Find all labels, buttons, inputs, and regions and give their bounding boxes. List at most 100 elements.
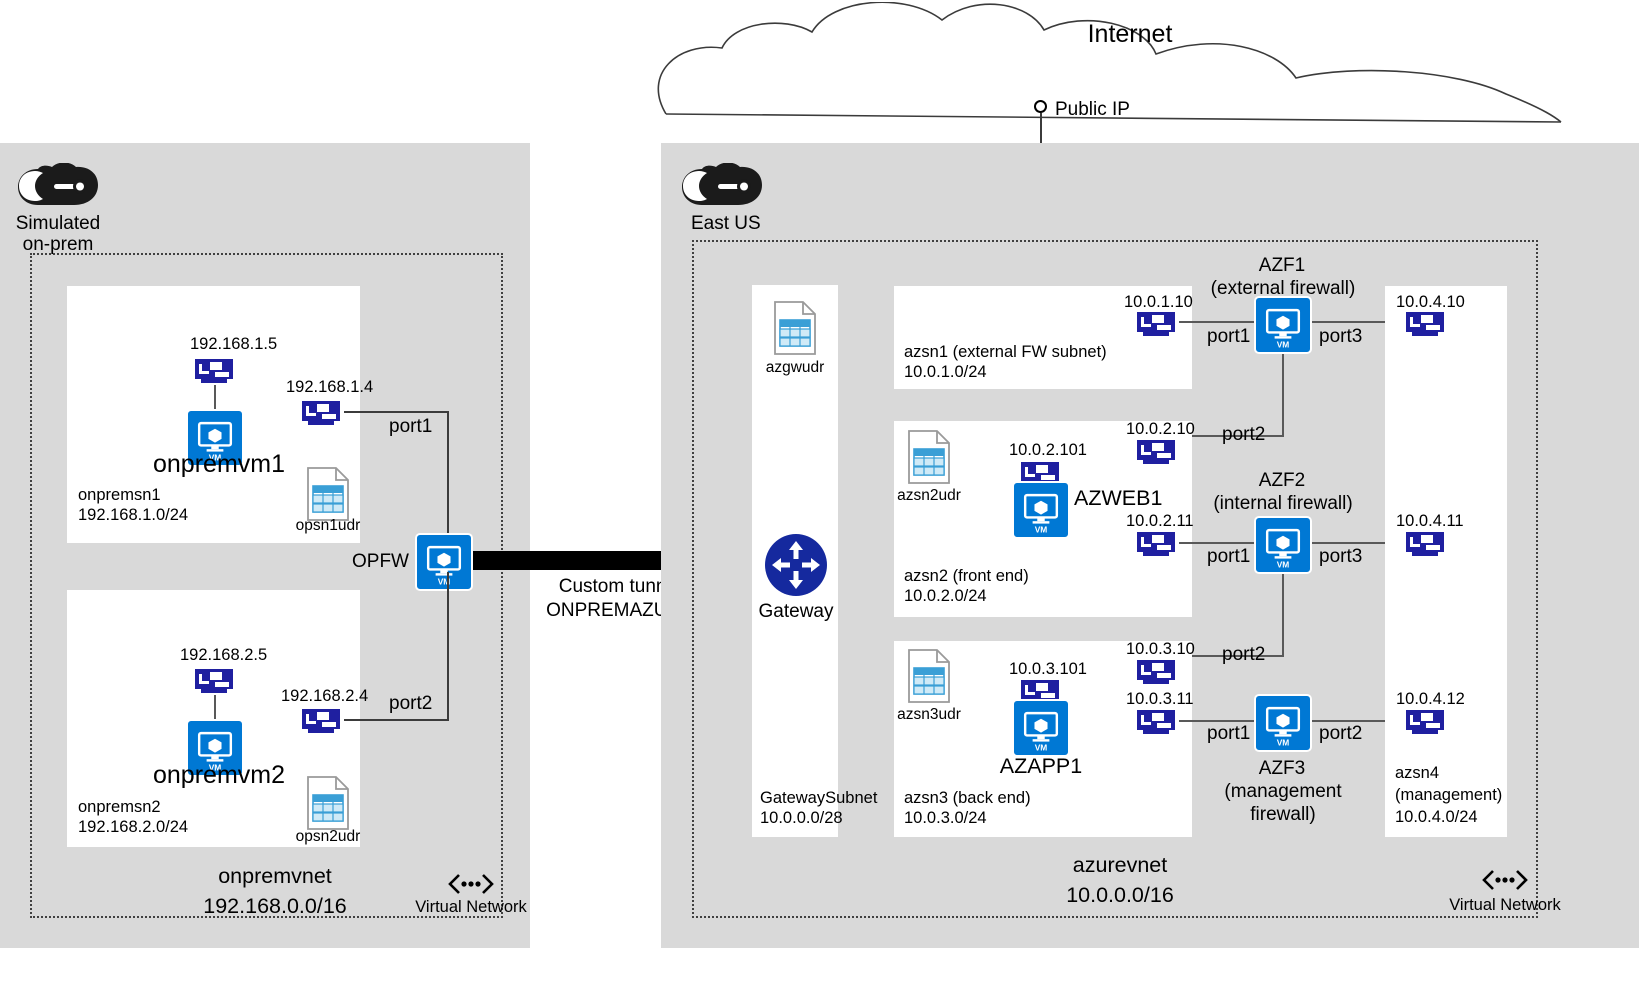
subnet-name-azsn1: azsn1 (external FW subnet) — [904, 343, 1107, 361]
connector-azf1-port2-v — [1282, 354, 1284, 436]
firewall-role-azf2: (internal firewall) — [1213, 493, 1353, 514]
virtual-machine-icon-azf3: VM — [1254, 694, 1312, 752]
port-label-opfw-port1: port1 — [389, 416, 433, 437]
region-cloud-icon-onprem — [14, 163, 100, 213]
connector-opfw-port2-h — [344, 719, 449, 721]
azurevnet-name: azurevnet — [1072, 853, 1168, 877]
route-table-icon-azgwudr — [772, 300, 818, 356]
port-label-azf2-port3: port3 — [1319, 546, 1363, 567]
connector-azf3-port1 — [1179, 720, 1254, 722]
firewall-label-opfw: OPFW — [352, 551, 409, 572]
virtual-network-badge-icon-onprem — [448, 872, 494, 896]
subnet-cidr-gatewaysubnet: 10.0.0.0/28 — [760, 809, 843, 827]
subnet-name-azsn3: azsn3 (back end) — [904, 789, 1031, 807]
svg-text:VM: VM — [1277, 737, 1290, 747]
network-interface-icon-azsn2-10 — [1135, 436, 1179, 466]
subnet-name-azsn2: azsn2 (front end) — [904, 567, 1029, 585]
network-interface-icon-onpremvm2 — [193, 665, 237, 695]
port-label-azf1-port3: port3 — [1319, 326, 1363, 347]
firewall-name-azf3-line2: (management — [1224, 781, 1342, 802]
network-interface-icon-azsn4-11 — [1404, 528, 1448, 558]
vm-label-azweb1: AZWEB1 — [1074, 486, 1163, 510]
connector-nic-onpremvm1 — [214, 385, 216, 410]
port-label-azf1-port1: port1 — [1207, 326, 1251, 347]
subnet-cidr-azsn4: 10.0.4.0/24 — [1395, 808, 1478, 826]
azure-region-label: East US — [691, 213, 761, 234]
network-interface-icon-opfw-port1 — [300, 397, 344, 427]
subnet-cidr-azsn2: 10.0.2.0/24 — [904, 587, 987, 605]
udr-label-opsn1udr: opsn1udr — [295, 517, 361, 534]
nic-ip-onpremvm2: 192.168.2.5 — [180, 646, 268, 664]
subnet-name-azsn4-line1: azsn4 — [1395, 764, 1440, 782]
svg-text:VM: VM — [1277, 559, 1290, 569]
public-ip-label: Public IP — [1055, 99, 1130, 120]
firewall-name-azf2: AZF2 — [1258, 470, 1306, 491]
port-label-azf1-port2: port2 — [1222, 424, 1266, 445]
route-table-icon-azsn2udr — [906, 429, 952, 485]
route-table-icon-azsn3udr — [906, 648, 952, 704]
internet-label: Internet — [1087, 20, 1173, 48]
azurevnet-cidr: 10.0.0.0/16 — [1066, 883, 1174, 907]
network-interface-icon-azsn3-10 — [1135, 656, 1179, 686]
network-interface-icon-opfw-port2 — [300, 705, 344, 735]
svg-text:VM: VM — [1035, 524, 1048, 534]
port-label-azf2-port1: port1 — [1207, 546, 1251, 567]
subnet-cidr-onpremsn1: 192.168.1.0/24 — [78, 506, 189, 524]
region-cloud-icon-azure — [678, 163, 764, 213]
connector-azf1-port1 — [1179, 321, 1254, 323]
network-interface-icon-azf2-port1 — [1135, 528, 1179, 558]
public-ip-icon — [1034, 100, 1047, 113]
gateway-label: Gateway — [758, 601, 834, 622]
subnet-name-gatewaysubnet: GatewaySubnet — [760, 789, 878, 807]
onpremvnet-badge-label: Virtual Network — [415, 898, 527, 916]
onpremvnet-name: onpremvnet — [218, 864, 332, 888]
connector-opfw-port2-v — [447, 572, 449, 720]
virtual-machine-icon-opfw: VM — [415, 533, 473, 591]
firewall-name-azf3-line3: firewall) — [1250, 804, 1316, 825]
vpn-gateway-icon — [763, 532, 829, 598]
onprem-region-label-line1: Simulated — [15, 213, 101, 234]
vm-label-azapp1: AZAPP1 — [999, 754, 1083, 778]
firewall-name-azf1: AZF1 — [1258, 255, 1306, 276]
connector-opfw-port1-v — [447, 411, 449, 552]
nic-ip-opfw-port2: 192.168.2.4 — [281, 687, 369, 705]
onpremvnet-cidr: 192.168.0.0/16 — [203, 894, 347, 918]
udr-label-azgwudr: azgwudr — [765, 359, 825, 376]
virtual-machine-icon-azapp1: VM — [1012, 699, 1070, 757]
subnet-name-azsn4-line2: (management) — [1395, 786, 1503, 804]
subnet-azsn4 — [1385, 286, 1507, 837]
network-interface-icon-onpremvm1 — [193, 355, 237, 385]
virtual-machine-icon-azf1: VM — [1254, 296, 1312, 354]
svg-text:VM: VM — [1035, 742, 1048, 752]
nic-ip-opfw-port1: 192.168.1.4 — [286, 378, 374, 396]
network-interface-icon-azsn4-10 — [1404, 308, 1448, 338]
azurevnet-badge-label: Virtual Network — [1449, 896, 1561, 914]
subnet-cidr-onpremsn2: 192.168.2.0/24 — [78, 818, 189, 836]
nic-ip-onpremvm1: 192.168.1.5 — [190, 335, 278, 353]
port-label-azf2-port2: port2 — [1222, 644, 1266, 665]
subnet-name-onpremsn2: onpremsn2 — [78, 798, 161, 816]
route-table-icon-opsn1udr — [305, 466, 351, 522]
network-interface-icon-azf3-port1 — [1135, 706, 1179, 736]
network-diagram-canvas: Internet Public IP Simulated on-prem 192… — [0, 0, 1639, 1000]
route-table-icon-opsn2udr — [305, 775, 351, 831]
subnet-cidr-azsn1: 10.0.1.0/24 — [904, 363, 987, 381]
connector-azf2-port1 — [1179, 542, 1254, 544]
firewall-name-azf3-line1: AZF3 — [1258, 758, 1306, 779]
network-interface-icon-azf1-port1 — [1135, 308, 1179, 338]
vm-label-onpremvm2: onpremvm2 — [153, 761, 285, 789]
udr-label-opsn2udr: opsn2udr — [295, 828, 361, 845]
port-label-opfw-port2: port2 — [389, 693, 433, 714]
svg-text:VM: VM — [1277, 339, 1290, 349]
udr-label-azsn2udr: azsn2udr — [897, 487, 961, 504]
subnet-name-onpremsn1: onpremsn1 — [78, 486, 161, 504]
virtual-machine-icon-azweb1: VM — [1012, 481, 1070, 539]
connector-nic-onpremvm2 — [214, 695, 216, 720]
port-label-azf3-port1: port1 — [1207, 723, 1251, 744]
vm-label-onpremvm1: onpremvm1 — [153, 450, 285, 478]
virtual-network-badge-icon-azure — [1482, 868, 1528, 892]
subnet-cidr-azsn3: 10.0.3.0/24 — [904, 809, 987, 827]
connector-opfw-port1-h — [344, 411, 449, 413]
virtual-machine-icon-azf2: VM — [1254, 516, 1312, 574]
network-interface-icon-azsn4-12 — [1404, 706, 1448, 736]
